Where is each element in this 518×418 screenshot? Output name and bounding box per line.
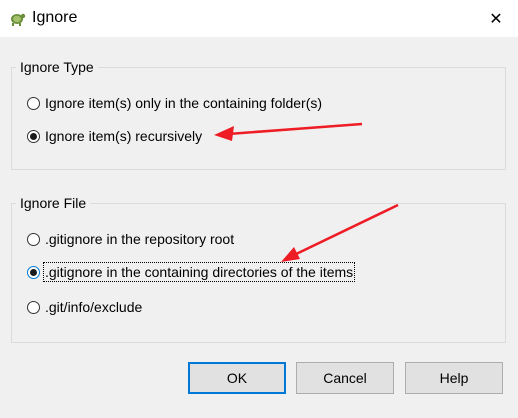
close-button[interactable]: ✕ xyxy=(474,0,518,37)
radio-label: Ignore item(s) only in the containing fo… xyxy=(45,95,323,111)
ignore-file-legend: Ignore File xyxy=(16,195,91,211)
radio-button[interactable] xyxy=(27,96,40,110)
help-button[interactable]: Help xyxy=(405,362,503,394)
radio-git-info-exclude[interactable]: .git/info/exclude xyxy=(27,297,142,317)
ignore-type-legend: Ignore Type xyxy=(16,59,98,75)
radio-button-checked[interactable] xyxy=(27,129,40,143)
radio-button[interactable] xyxy=(27,300,40,314)
ignore-file-group: Ignore File .gitignore in the repository… xyxy=(11,195,506,343)
radio-gitignore-repository-root[interactable]: .gitignore in the repository root xyxy=(27,229,234,249)
close-icon: ✕ xyxy=(489,10,503,28)
radio-ignore-recursively[interactable]: Ignore item(s) recursively xyxy=(27,126,202,146)
radio-button[interactable] xyxy=(27,232,40,246)
tortoisegit-app-icon xyxy=(11,13,26,26)
window-title: Ignore xyxy=(32,9,78,26)
ignore-type-group: Ignore Type Ignore item(s) only in the c… xyxy=(11,59,506,170)
radio-ignore-in-containing-folder[interactable]: Ignore item(s) only in the containing fo… xyxy=(27,93,322,113)
cancel-button[interactable]: Cancel xyxy=(296,362,394,394)
radio-button-checked[interactable] xyxy=(27,265,40,279)
radio-gitignore-containing-directories[interactable]: .gitignore in the containing directories… xyxy=(27,262,356,282)
ok-button[interactable]: OK xyxy=(188,362,286,394)
radio-label: .gitignore in the repository root xyxy=(45,231,235,247)
radio-label: Ignore item(s) recursively xyxy=(45,128,203,144)
radio-label: .gitignore in the containing directories… xyxy=(42,262,356,282)
title-bar: Ignore ✕ xyxy=(0,0,518,37)
radio-label: .git/info/exclude xyxy=(45,299,143,315)
